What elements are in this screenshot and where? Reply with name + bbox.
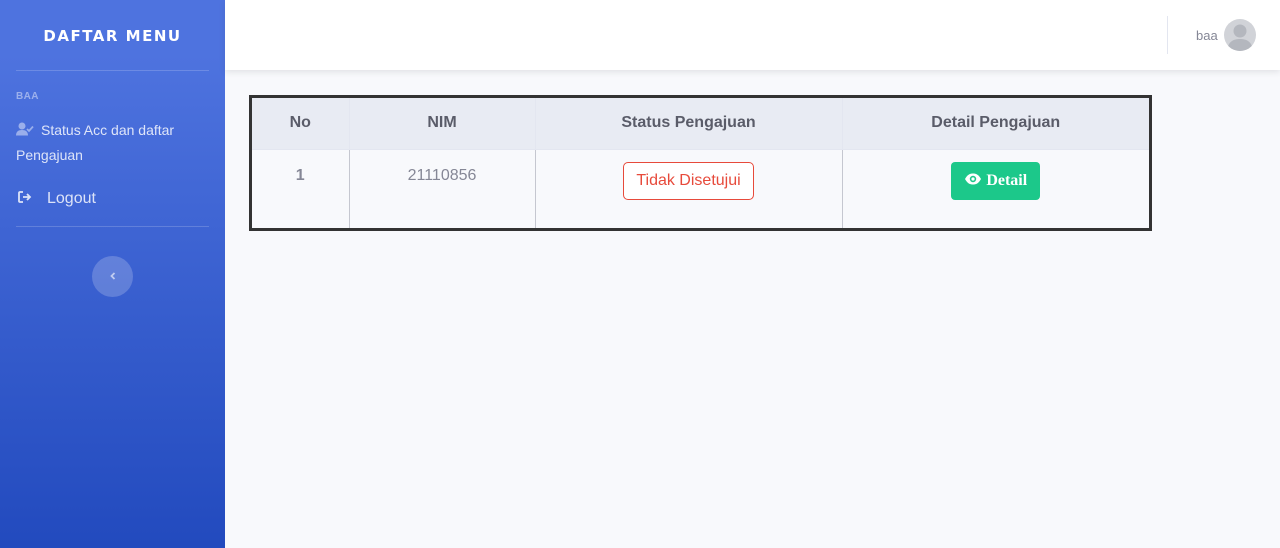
sidebar-item-label: Logout	[47, 190, 96, 208]
sidebar-item-status-acc[interactable]: Status Acc dan daftar Pengajuan	[0, 118, 225, 167]
column-header-no: No	[252, 98, 350, 149]
sign-out-icon	[18, 187, 32, 211]
column-header-nim: NIM	[349, 98, 536, 149]
sidebar-toggle-button[interactable]	[92, 256, 133, 297]
topbar-divider	[1167, 16, 1168, 54]
chevron-left-icon	[108, 268, 118, 286]
status-cell: Tidak Disetujui	[535, 148, 843, 228]
eye-icon	[964, 172, 986, 190]
user-avatar-icon[interactable]	[1224, 19, 1256, 51]
sidebar-divider	[16, 226, 209, 228]
sidebar-item-logout[interactable]: Logout	[0, 187, 225, 211]
table-row: 1 21110856 Tidak Disetujui Detail	[252, 148, 1149, 228]
sidebar-item-label: Status Acc dan daftar Pengajuan	[16, 122, 175, 164]
user-name[interactable]: baa	[1196, 28, 1218, 43]
nim-cell: 21110856	[349, 148, 536, 228]
topbar: baa	[225, 0, 1280, 70]
sidebar: DAFTAR MENU BAA Status Acc dan daftar Pe…	[0, 0, 225, 548]
user-check-icon	[16, 119, 34, 143]
detail-button-label: Detail	[986, 171, 1028, 189]
column-header-detail: Detail Pengajuan	[842, 98, 1149, 149]
pengajuan-table: No NIM Status Pengajuan Detail Pengajuan…	[249, 95, 1152, 231]
column-header-status: Status Pengajuan	[535, 98, 843, 149]
detail-cell: Detail	[842, 148, 1149, 228]
table-header-row: No NIM Status Pengajuan Detail Pengajuan	[252, 98, 1149, 149]
row-number: 1	[252, 148, 350, 228]
status-badge: Tidak Disetujui	[623, 161, 754, 200]
detail-button[interactable]: Detail	[951, 161, 1041, 200]
sidebar-brand[interactable]: DAFTAR MENU	[0, 0, 225, 70]
sidebar-heading: BAA	[16, 91, 39, 102]
